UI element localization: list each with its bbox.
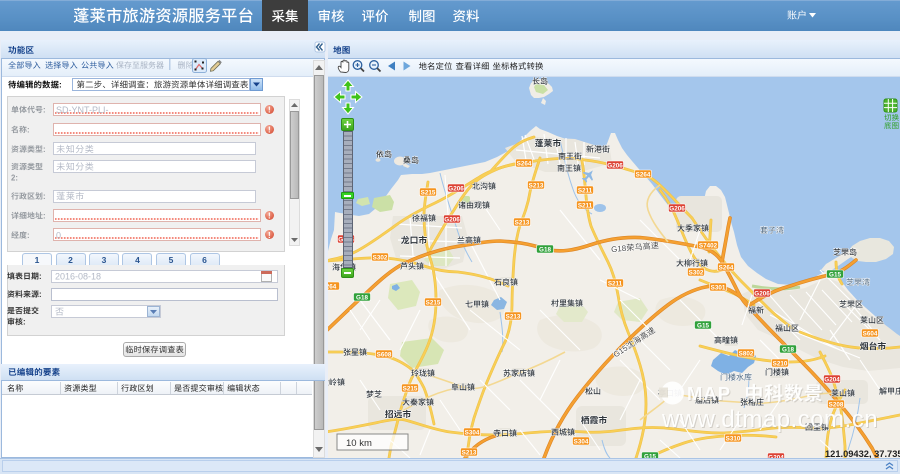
- svg-text:6: 6: [202, 255, 207, 265]
- svg-text:4: 4: [135, 255, 140, 265]
- svg-text:5: 5: [169, 255, 174, 265]
- svg-text::: :: [23, 317, 26, 326]
- svg-text::: :: [43, 192, 46, 201]
- svg-text:!: !: [268, 231, 271, 240]
- svg-text:1: 1: [35, 255, 40, 265]
- svg-text::: :: [27, 231, 30, 240]
- svg-text:2016-08-18: 2016-08-18: [55, 271, 101, 281]
- svg-text::: :: [27, 125, 30, 134]
- svg-text::: :: [39, 272, 42, 281]
- svg-text::: :: [43, 145, 46, 154]
- svg-text::: :: [43, 211, 46, 220]
- svg-text:!: !: [268, 212, 271, 221]
- svg-text:0: 0: [56, 230, 61, 240]
- svg-text::: :: [43, 105, 46, 114]
- svg-text:2: 2: [68, 255, 73, 265]
- svg-text::: :: [59, 80, 62, 90]
- svg-text::: :: [39, 290, 42, 299]
- svg-text:3: 3: [102, 255, 107, 265]
- svg-text:SD-YNT-PLI-: SD-YNT-PLI-: [56, 105, 109, 115]
- svg-text:2:: 2:: [11, 173, 18, 182]
- svg-text:!: !: [268, 126, 271, 135]
- svg-text:!: !: [268, 106, 271, 115]
